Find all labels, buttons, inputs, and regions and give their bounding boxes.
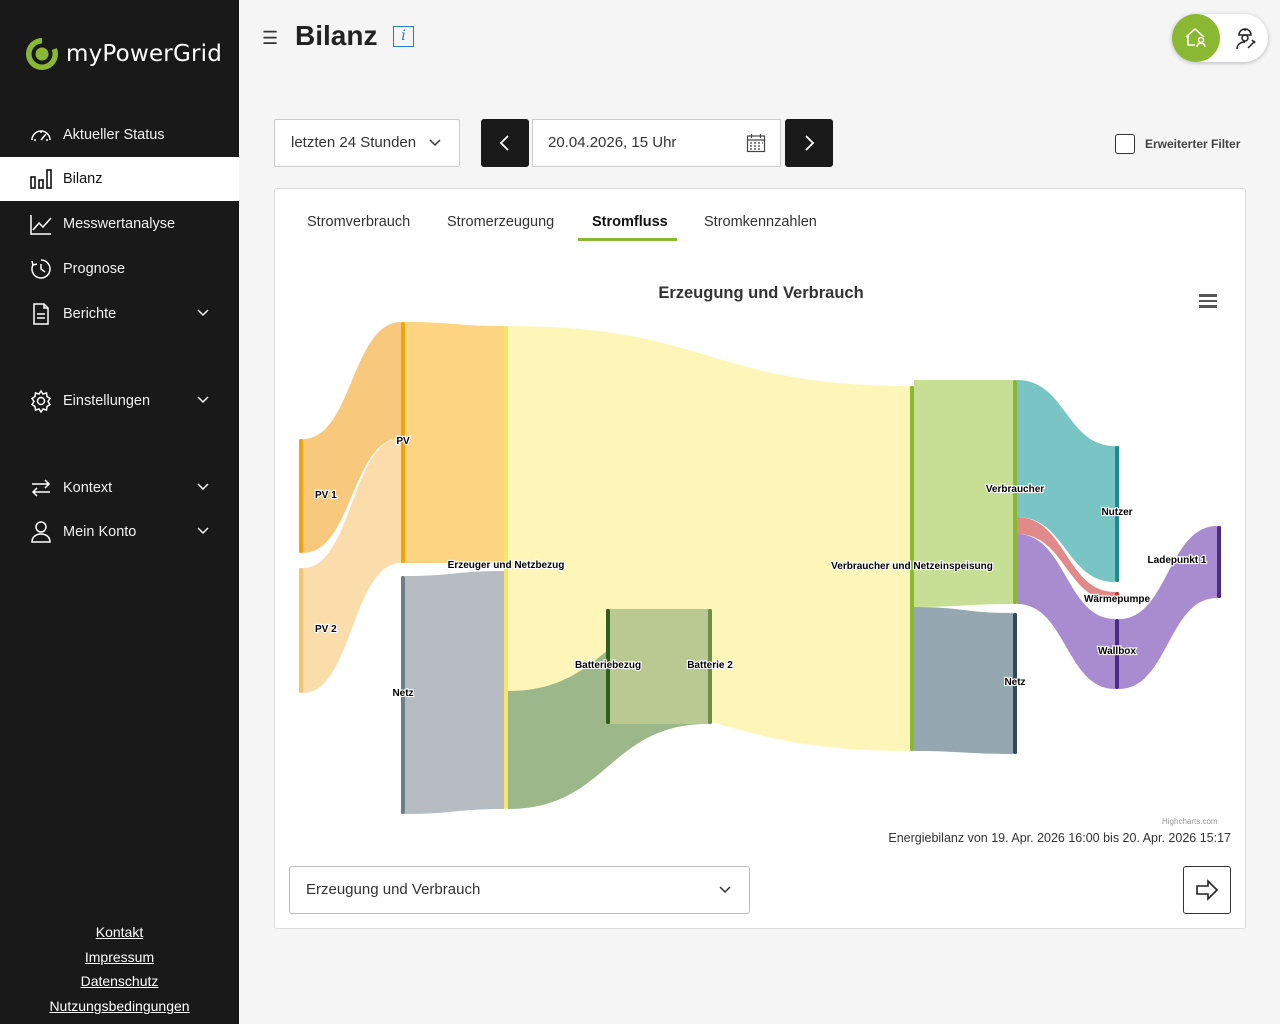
bar-chart-icon xyxy=(28,166,54,192)
sankey-node-label: Netz xyxy=(392,688,413,699)
sidebar-item-kontext[interactable]: Kontext xyxy=(0,466,239,510)
logo-text: myPowerGrid xyxy=(66,41,223,67)
sankey-node-label: Wallbox xyxy=(1098,646,1136,657)
date-input[interactable]: 20.04.2026, 15 Uhr xyxy=(532,119,781,167)
menu-toggle-button[interactable]: ☰ xyxy=(262,28,278,49)
sankey-link-wallbox-to-ladepunkt[interactable] xyxy=(1119,526,1217,689)
balance-card: Stromverbrauch Stromerzeugung Stromfluss… xyxy=(274,188,1246,929)
role-toggle[interactable] xyxy=(1172,14,1268,62)
logo-icon xyxy=(26,37,58,70)
extended-filter-label: Erweiterter Filter xyxy=(1145,137,1241,151)
view-select-value: Erzeugung und Verbrauch xyxy=(306,881,481,898)
sankey-node-label: Nutzer xyxy=(1101,507,1132,518)
sidebar-item-label: Kontext xyxy=(63,480,113,496)
chart-menu-button[interactable] xyxy=(1199,294,1217,308)
swap-arrows-icon xyxy=(28,475,54,501)
sidebar-item-mein-konto[interactable]: Mein Konto xyxy=(0,510,239,554)
clock-forecast-icon xyxy=(28,256,54,282)
sankey-link-netz-to-erzeuger[interactable] xyxy=(405,571,504,814)
link-datenschutz[interactable]: Datenschutz xyxy=(0,969,239,994)
gear-icon xyxy=(28,388,54,414)
sankey-node-label: Batterie 2 xyxy=(687,660,733,671)
info-icon[interactable]: i xyxy=(393,26,414,47)
user-icon xyxy=(28,519,54,545)
chevron-down-icon xyxy=(197,527,209,535)
app-logo[interactable]: myPowerGrid xyxy=(24,36,222,72)
chevron-left-icon xyxy=(499,135,509,151)
chevron-down-icon xyxy=(197,309,209,317)
period-select[interactable]: letzten 24 Stunden xyxy=(274,119,460,167)
chart-title: Erzeugung und Verbrauch xyxy=(658,284,864,302)
sidebar-item-label: Prognose xyxy=(63,261,126,277)
link-nutzungsbedingungen[interactable]: Nutzungsbedingungen xyxy=(0,994,239,1019)
sidebar-item-bilanz[interactable]: Bilanz xyxy=(0,157,239,201)
line-chart-icon xyxy=(28,211,54,237)
gauge-icon xyxy=(28,122,54,148)
sidebar-item-label: Berichte xyxy=(63,306,117,322)
sankey-node-label: Erzeuger und Netzbezug xyxy=(448,560,565,571)
sidebar-item-label: Einstellungen xyxy=(63,393,151,409)
view-select[interactable]: Erzeugung und Verbrauch xyxy=(289,866,750,914)
document-icon xyxy=(28,301,54,327)
arrow-right-icon xyxy=(1196,879,1219,901)
sidebar-item-messwertanalyse[interactable]: Messwertanalyse xyxy=(0,202,239,246)
sidebar-footer-links: Kontakt Impressum Datenschutz Nutzungsbe… xyxy=(0,920,239,1019)
sankey-node-1[interactable] xyxy=(299,568,303,693)
chevron-down-icon xyxy=(197,483,209,491)
sankey-node-label: Verbraucher und Netzeinspeisung xyxy=(831,561,993,572)
sankey-node-label: Batteriebezug xyxy=(575,660,641,671)
sankey-link-to-netz[interactable] xyxy=(914,607,1013,754)
sankey-node-label: Wärmepumpe xyxy=(1084,594,1151,605)
link-kontakt[interactable]: Kontakt xyxy=(0,920,239,945)
link-impressum[interactable]: Impressum xyxy=(0,945,239,970)
sidebar-item-label: Aktueller Status xyxy=(63,127,165,143)
next-view-button[interactable] xyxy=(1183,866,1231,914)
sankey-node-13[interactable] xyxy=(1217,526,1221,598)
chevron-down-icon xyxy=(429,139,441,147)
sidebar-item-label: Messwertanalyse xyxy=(63,216,176,232)
previous-period-button[interactable] xyxy=(481,119,529,167)
sankey-node-label: PV 1 xyxy=(315,490,337,501)
technician-icon[interactable] xyxy=(1222,14,1268,62)
period-select-value: letzten 24 Stunden xyxy=(291,134,417,151)
calendar-icon[interactable] xyxy=(746,133,766,153)
sankey-node-label: Netz xyxy=(1004,677,1025,688)
chart-caption: Energiebilanz von 19. Apr. 2026 16:00 bi… xyxy=(888,831,1231,845)
sidebar-item-einstellungen[interactable]: Einstellungen xyxy=(0,379,239,423)
sidebar-item-berichte[interactable]: Berichte xyxy=(0,292,239,336)
sankey-node-label: PV xyxy=(396,436,410,447)
sidebar-item-aktueller-status[interactable]: Aktueller Status xyxy=(0,113,239,157)
sankey-node-0[interactable] xyxy=(299,439,303,553)
chart-credits[interactable]: Highcharts.com xyxy=(1162,817,1218,826)
sankey-node-label: Ladepunkt 1 xyxy=(1148,555,1207,566)
sankey-node-label: Verbraucher xyxy=(986,484,1044,495)
sankey-node-label: PV 2 xyxy=(315,624,337,635)
chevron-right-icon xyxy=(805,135,815,151)
sidebar-item-label: Mein Konto xyxy=(63,524,137,540)
chevron-down-icon xyxy=(719,886,731,894)
page-title: Bilanz xyxy=(295,20,378,51)
home-user-icon[interactable] xyxy=(1172,14,1220,62)
extended-filter-checkbox[interactable] xyxy=(1115,134,1135,154)
sidebar-item-label: Bilanz xyxy=(63,171,103,187)
next-period-button[interactable] xyxy=(785,119,833,167)
sankey-link-pv-to-erzeuger[interactable] xyxy=(405,322,504,563)
sidebar-item-prognose[interactable]: Prognose xyxy=(0,247,239,291)
sidebar: myPowerGrid Aktueller Status Bilanz Mess… xyxy=(0,0,239,1024)
date-input-value: 20.04.2026, 15 Uhr xyxy=(548,134,677,151)
chevron-down-icon xyxy=(197,396,209,404)
